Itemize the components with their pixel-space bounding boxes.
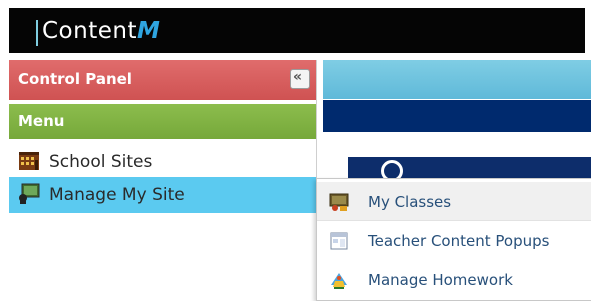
control-panel-title: Control Panel [18,70,132,88]
manage-site-icon [19,183,40,204]
popup-menu: My Classes Teacher Content Popups Manage… [316,178,591,301]
control-panel-header[interactable]: Control Panel « [9,60,316,100]
popup-item-label: Manage Homework [368,271,513,289]
sidebar-item-label: Manage My Site [49,185,185,205]
school-building-icon [19,152,39,170]
logo-m: M [136,18,161,44]
menu-header[interactable]: Menu [9,104,316,139]
popup-item-label: Teacher Content Popups [368,232,550,250]
sidebar: Control Panel « Menu School Sites Manage… [9,60,317,299]
classes-icon [329,193,349,211]
homework-icon [331,273,347,289]
collapse-button[interactable]: « [290,69,310,89]
logo-word: Content [42,18,137,44]
content-top-band [323,60,591,99]
logo-text: ContentM [42,18,160,44]
menu-title: Menu [18,112,65,130]
content-popups-icon [330,232,348,250]
popup-item-teacher-content-popups[interactable]: Teacher Content Popups [317,221,591,259]
popup-item-manage-homework[interactable]: Manage Homework [317,260,591,298]
sidebar-item-manage-my-site[interactable]: Manage My Site [9,177,316,213]
popup-item-label: My Classes [368,193,452,211]
content-navy-band [323,100,591,132]
popup-item-my-classes[interactable]: My Classes [317,182,591,221]
sidebar-item-school-sites[interactable]: School Sites [9,144,316,180]
sidebar-item-label: School Sites [49,152,153,172]
logo-divider [36,20,38,46]
top-bar: ContentM [9,8,585,53]
double-chevron-left-icon: « [293,69,303,85]
